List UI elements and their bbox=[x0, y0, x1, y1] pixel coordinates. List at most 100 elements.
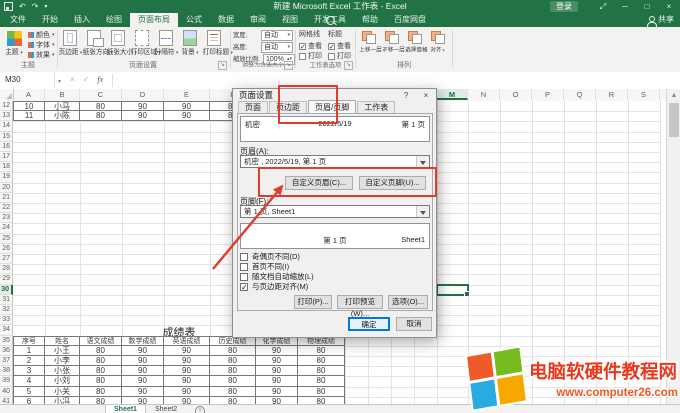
dialog-help-icon[interactable]: ? bbox=[396, 91, 416, 100]
score-table-cell[interactable]: 80 bbox=[298, 356, 345, 366]
score-table-cell[interactable]: 80 bbox=[80, 376, 122, 386]
ok-button[interactable]: 确定 bbox=[348, 317, 390, 331]
row-header-36[interactable]: 36 bbox=[0, 346, 13, 356]
table-cell[interactable]: 90 bbox=[122, 101, 164, 111]
score-table-cell[interactable]: 小冯 bbox=[45, 397, 80, 404]
column-header-E[interactable]: E bbox=[164, 89, 210, 100]
row-header-26[interactable]: 26 bbox=[0, 244, 13, 254]
checkbox-标题-查看[interactable]: ✓查看 bbox=[328, 41, 351, 51]
row-header-19[interactable]: 19 bbox=[0, 172, 13, 182]
dialog-checkbox-奇偶页不同-D-[interactable]: 奇偶页不同(D) bbox=[240, 252, 300, 261]
dialog-checkbox-首页不同-I-[interactable]: 首页不同(I) bbox=[240, 262, 289, 271]
row-header-16[interactable]: 16 bbox=[0, 142, 13, 152]
tell-me-search-icon[interactable] bbox=[326, 16, 335, 25]
score-table-header[interactable]: 语文成绩 bbox=[80, 336, 122, 346]
score-table-header[interactable]: 序号 bbox=[13, 336, 45, 346]
row-header-35[interactable]: 35 bbox=[0, 336, 13, 346]
ribbon-tab-数据[interactable]: 数据 bbox=[210, 13, 242, 27]
row-header-12[interactable]: 12 bbox=[0, 101, 13, 111]
score-table-cell[interactable]: 90 bbox=[164, 376, 210, 386]
column-header-N[interactable]: N bbox=[468, 89, 500, 100]
checkbox-网格线-查看[interactable]: ✓查看 bbox=[299, 41, 322, 51]
score-table-cell[interactable]: 90 bbox=[256, 387, 298, 397]
score-table-cell[interactable]: 90 bbox=[256, 397, 298, 404]
column-header-S[interactable]: S bbox=[628, 89, 660, 100]
row-header-22[interactable]: 22 bbox=[0, 203, 13, 213]
score-table-cell[interactable]: 80 bbox=[210, 356, 256, 366]
theme-mini-效果[interactable]: 效果▾ bbox=[28, 50, 55, 60]
ribbon-button-下移一层[interactable]: 下移一层 ▾ bbox=[380, 29, 403, 55]
sheet-tab-Sheet1[interactable]: Sheet1 bbox=[105, 405, 146, 413]
column-header-C[interactable]: C bbox=[80, 89, 122, 100]
row-header-37[interactable]: 37 bbox=[0, 356, 13, 366]
row-header-38[interactable]: 38 bbox=[0, 366, 13, 376]
row-header-21[interactable]: 21 bbox=[0, 193, 13, 203]
score-table-cell[interactable]: 90 bbox=[256, 376, 298, 386]
score-table-cell[interactable]: 2 bbox=[13, 356, 45, 366]
table-cell[interactable]: 80 bbox=[80, 101, 122, 111]
score-table-cell[interactable]: 90 bbox=[256, 356, 298, 366]
score-table-cell[interactable]: 90 bbox=[164, 356, 210, 366]
score-table-cell[interactable]: 80 bbox=[298, 387, 345, 397]
scale-field-value[interactable]: 自动▾ bbox=[261, 42, 293, 53]
checkbox-网格线-打印[interactable]: 打印 bbox=[299, 51, 322, 61]
themes-button[interactable]: 主题 ▾ bbox=[2, 29, 26, 57]
row-header-33[interactable]: 33 bbox=[0, 315, 13, 325]
table-cell[interactable]: 小陈 bbox=[45, 111, 80, 121]
score-table-cell[interactable]: 90 bbox=[164, 346, 210, 356]
ribbon-button-分隔符[interactable]: 分隔符 ▾ bbox=[154, 29, 178, 57]
column-header-Q[interactable]: Q bbox=[564, 89, 596, 100]
score-table-cell[interactable]: 80 bbox=[80, 366, 122, 376]
table-cell[interactable]: 11 bbox=[13, 111, 45, 121]
options-button[interactable]: 选项(O)... bbox=[388, 295, 428, 309]
ribbon-tab-绘图[interactable]: 绘图 bbox=[98, 13, 130, 27]
score-table-cell[interactable]: 90 bbox=[256, 366, 298, 376]
column-header-B[interactable]: B bbox=[45, 89, 80, 100]
ribbon-tab-插入[interactable]: 插入 bbox=[66, 13, 98, 27]
theme-mini-字体[interactable]: 字体▾ bbox=[28, 40, 55, 50]
page-setup-dialog-launcher-icon[interactable]: ↘ bbox=[218, 61, 227, 70]
score-table-cell[interactable]: 小关 bbox=[45, 387, 80, 397]
row-header-29[interactable]: 29 bbox=[0, 274, 13, 284]
score-table-cell[interactable]: 80 bbox=[210, 346, 256, 356]
row-header-39[interactable]: 39 bbox=[0, 376, 13, 386]
row-header-40[interactable]: 40 bbox=[0, 387, 13, 397]
score-table-cell[interactable]: 90 bbox=[122, 397, 164, 404]
dialog-checkbox-与页边距对齐-M-[interactable]: ✓与页边距对齐(M) bbox=[240, 282, 308, 291]
row-header-32[interactable]: 32 bbox=[0, 305, 13, 315]
header-combo-dropdown-icon[interactable] bbox=[416, 156, 429, 167]
score-table-cell[interactable]: 4 bbox=[13, 376, 45, 386]
scale-dialog-launcher-icon[interactable]: ↘ bbox=[284, 61, 293, 70]
ribbon-button-纸张大小[interactable]: 纸张大小 ▾ bbox=[106, 29, 130, 57]
theme-mini-颜色[interactable]: 颜色▾ bbox=[28, 30, 55, 40]
row-header-13[interactable]: 13 bbox=[0, 111, 13, 121]
score-table-header[interactable]: 英语成绩 bbox=[164, 336, 210, 346]
score-table-cell[interactable]: 6 bbox=[13, 397, 45, 404]
score-table-header[interactable]: 姓名 bbox=[45, 336, 80, 346]
confirm-entry-icon[interactable]: ✓ bbox=[83, 72, 90, 88]
dialog-checkbox-随文档自动缩放-L-[interactable]: 随文档自动缩放(L) bbox=[240, 272, 314, 281]
score-table-cell[interactable]: 90 bbox=[122, 366, 164, 376]
row-header-23[interactable]: 23 bbox=[0, 213, 13, 223]
score-table-cell[interactable]: 90 bbox=[256, 346, 298, 356]
score-table-cell[interactable]: 90 bbox=[122, 387, 164, 397]
score-table-cell[interactable]: 90 bbox=[164, 387, 210, 397]
row-header-14[interactable]: 14 bbox=[0, 121, 13, 131]
score-table-cell[interactable]: 80 bbox=[298, 397, 345, 404]
row-header-30[interactable]: 30 bbox=[0, 285, 13, 295]
new-sheet-icon[interactable]: + bbox=[195, 406, 205, 413]
score-table-cell[interactable]: 小李 bbox=[45, 356, 80, 366]
ribbon-tab-视图[interactable]: 视图 bbox=[274, 13, 306, 27]
score-table-cell[interactable]: 80 bbox=[80, 387, 122, 397]
table-cell[interactable]: 10 bbox=[13, 101, 45, 111]
ribbon-button-选择窗格[interactable]: 选择窗格 bbox=[403, 29, 426, 55]
ribbon-button-上移一层[interactable]: 上移一层 ▾ bbox=[357, 29, 380, 55]
score-table-cell[interactable]: 1 bbox=[13, 346, 45, 356]
sheet-tab-Sheet2[interactable]: Sheet2 bbox=[147, 405, 185, 413]
name-box-dropdown-icon[interactable]: ▾ bbox=[58, 78, 61, 85]
row-header-41[interactable]: 41 bbox=[0, 397, 13, 404]
footer-combo[interactable]: 第 1 页, Sheet1 bbox=[240, 205, 430, 218]
ribbon-button-打印标题[interactable]: 打印标题 ▾ bbox=[202, 29, 226, 57]
score-table-cell[interactable]: 90 bbox=[122, 346, 164, 356]
sheet-options-dialog-launcher-icon[interactable]: ↘ bbox=[344, 61, 353, 70]
